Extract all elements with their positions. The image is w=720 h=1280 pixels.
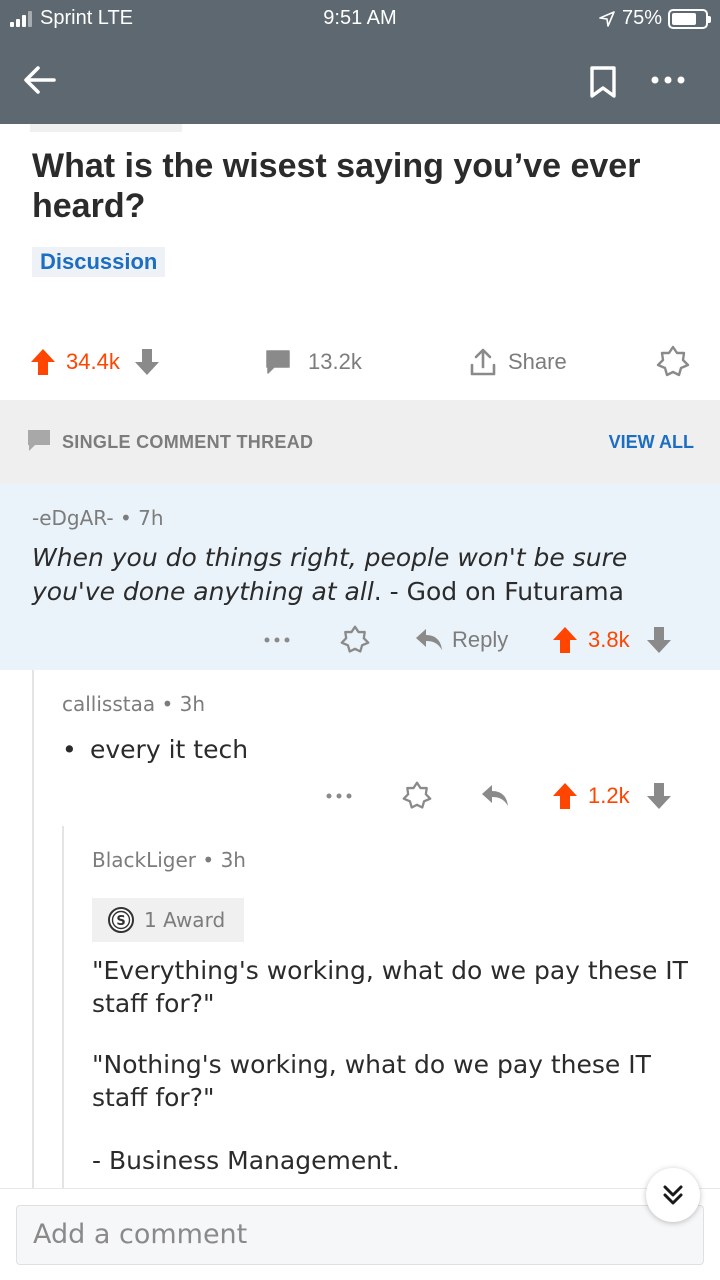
comment-author[interactable]: BlackLiger (92, 848, 196, 872)
post-action-bar: 34.4k 13.2k Share (0, 340, 720, 384)
comment-paragraph: "Nothing's working, what do we pay these… (92, 1050, 651, 1112)
downvote-arrow-icon[interactable] (646, 782, 672, 810)
award-badge-icon (340, 625, 370, 653)
comment-thread-screen: Sprint LTE 9:51 AM 75% What is the wises… (0, 0, 720, 1280)
post-comments-button[interactable]: 13.2k (264, 340, 362, 384)
comment-age: 7h (138, 506, 164, 530)
comment-more-button[interactable] (262, 620, 292, 660)
award-badge-icon (656, 345, 690, 377)
comment-award-button[interactable] (340, 620, 370, 660)
comment-body: • every it tech (62, 733, 248, 767)
share-icon (470, 348, 496, 376)
comment-author[interactable]: callisstaa (62, 692, 155, 716)
comment-text: every it tech (90, 735, 249, 764)
award-chip[interactable]: S 1 Award (92, 898, 244, 942)
comment-meta: BlackLiger • 3h (92, 848, 246, 872)
silver-award-icon: S (108, 907, 134, 933)
reply-label: Reply (452, 627, 509, 652)
comment-score: 1.2k (588, 783, 630, 808)
battery-group: 75% (598, 7, 711, 30)
svg-text:S: S (116, 914, 125, 929)
more-options-icon[interactable] (648, 70, 688, 90)
top-navigation-bar (0, 40, 720, 124)
view-all-link[interactable]: VIEW ALL (609, 432, 694, 453)
share-label: Share (508, 349, 567, 374)
share-button[interactable]: Share (468, 340, 567, 384)
comment-vote-group: 3.8k (552, 620, 672, 660)
upvote-arrow-icon[interactable] (552, 782, 578, 810)
reply-arrow-icon (482, 785, 508, 806)
upvote-arrow-icon[interactable] (552, 626, 578, 654)
single-thread-banner: SINGLE COMMENT THREAD VIEW ALL (0, 400, 720, 484)
comment-composer-bar: Add a comment (0, 1188, 720, 1280)
double-chevron-down-icon (663, 1185, 683, 1205)
comment-bubble-icon (28, 430, 50, 451)
thread-label: SINGLE COMMENT THREAD (62, 432, 314, 452)
comment-attribution: . - God on Futurama (373, 577, 624, 606)
downvote-arrow-icon[interactable] (134, 348, 160, 376)
more-dots-icon (326, 793, 352, 799)
thread-rail[interactable] (62, 826, 64, 1190)
reply-arrow-icon (416, 629, 442, 650)
comment-paragraph: "Everything's working, what do we pay th… (92, 956, 688, 1018)
more-dots-icon (264, 637, 290, 643)
reply-button[interactable]: Reply (414, 620, 508, 660)
location-arrow-icon (599, 10, 615, 27)
comment-count: 13.2k (308, 349, 362, 374)
scrolled-tag-remnant (30, 124, 182, 132)
comment-more-button[interactable] (324, 776, 354, 816)
comment-award-button[interactable] (402, 776, 432, 816)
bullet: • (62, 735, 77, 764)
award-badge-icon (402, 781, 432, 809)
comment-age: 3h (179, 692, 206, 716)
award-count: 1 Award (144, 908, 226, 932)
upvote-arrow-icon[interactable] (30, 348, 56, 376)
back-arrow-icon[interactable] (20, 60, 60, 100)
post-vote-group: 34.4k (30, 340, 160, 384)
comment-age: 3h (220, 848, 246, 872)
comment-body: When you do things right, people won't b… (32, 541, 692, 609)
status-bar: Sprint LTE 9:51 AM 75% (0, 0, 720, 40)
downvote-arrow-icon[interactable] (646, 626, 672, 654)
comment-meta: -eDgAR- • 7h (32, 506, 164, 530)
comment-meta: callisstaa • 3h (62, 692, 206, 716)
post-title: What is the wisest saying you’ve ever he… (32, 147, 641, 225)
comment-score: 3.8k (588, 627, 630, 652)
comment-vote-group: 1.2k (552, 776, 672, 816)
bookmark-icon[interactable] (588, 62, 618, 102)
comment-paragraph: - Business Management. (92, 1146, 400, 1175)
thread-rail[interactable] (32, 670, 34, 1190)
comment-author[interactable]: -eDgAR- (32, 506, 114, 530)
comment-bubble-icon (266, 350, 290, 374)
battery-icon (668, 8, 711, 29)
post-award-button[interactable] (656, 340, 690, 384)
post-flair[interactable]: Discussion (32, 247, 166, 277)
jump-to-next-button[interactable] (646, 1168, 700, 1222)
post-score: 34.4k (66, 349, 120, 374)
reply-button[interactable] (480, 776, 510, 816)
add-comment-input[interactable]: Add a comment (16, 1205, 704, 1265)
battery-percent: 75% (621, 7, 662, 29)
